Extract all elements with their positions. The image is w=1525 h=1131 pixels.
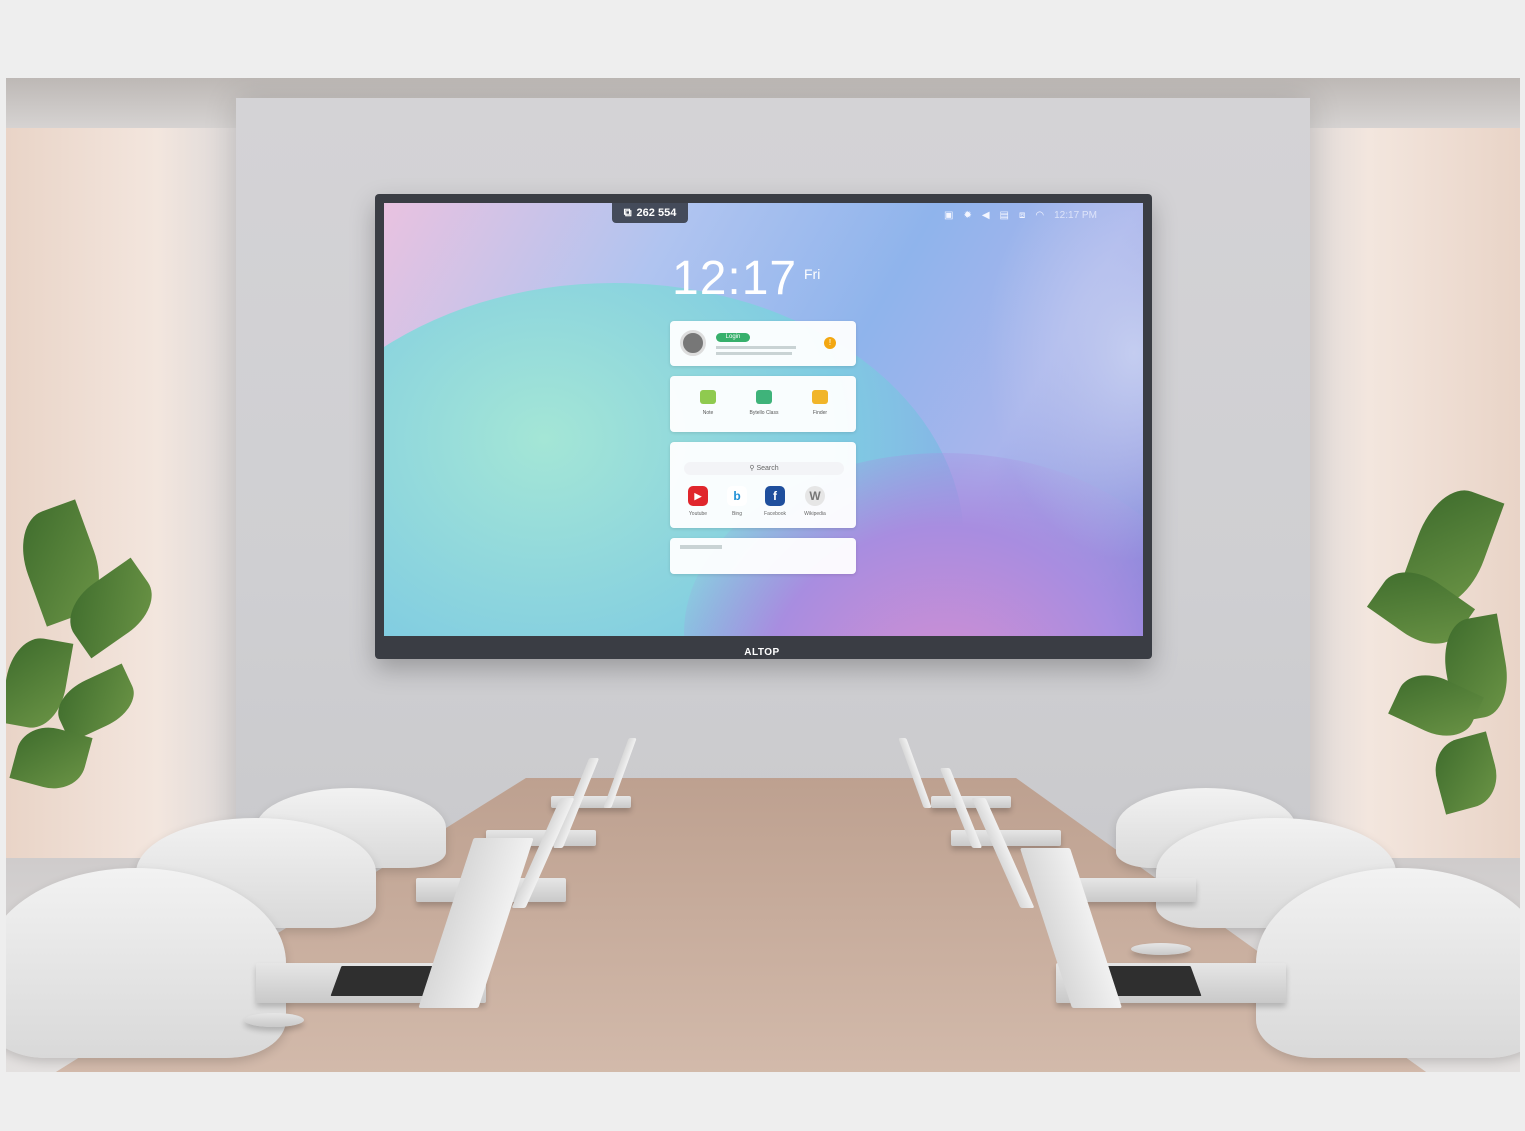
shortcut-label: Wikipedia <box>804 511 826 517</box>
network-icon[interactable]: ⧈ <box>1019 210 1025 221</box>
brightness-icon[interactable]: ✹ <box>963 210 971 221</box>
share-icon: ⧉ <box>623 206 632 219</box>
cloud-card[interactable] <box>670 538 856 574</box>
chat-icon[interactable]: ▤ <box>1000 210 1009 221</box>
wikipedia-icon[interactable]: W <box>805 486 825 506</box>
app-label: Finder <box>812 410 828 416</box>
folder-icon <box>812 390 828 404</box>
meeting-id: 262 554 <box>636 207 677 219</box>
meeting-id-badge[interactable]: ⧉ 262 554 <box>612 203 688 223</box>
app-label: Bytello Class <box>749 410 779 416</box>
shortcut-label: Facebook <box>764 511 786 517</box>
user-card-text <box>716 346 796 349</box>
volume-icon[interactable]: ◀ <box>982 210 990 221</box>
screen-icon[interactable]: ▣ <box>944 210 953 221</box>
chair <box>6 868 286 1058</box>
status-time: 12:17 PM <box>1054 210 1097 221</box>
login-button[interactable]: Login <box>716 333 750 342</box>
clock-day: Fri <box>804 266 821 282</box>
app-note[interactable]: Note <box>688 390 728 416</box>
shortcut-label: Bing <box>731 511 742 517</box>
search-input[interactable]: ⚲ Search <box>684 462 844 475</box>
cloud-card-header <box>680 545 722 549</box>
note-icon <box>700 390 716 404</box>
book-icon <box>756 390 772 404</box>
user-card-text <box>716 352 792 355</box>
bing-icon[interactable]: b <box>727 486 747 506</box>
status-bar: ▣ ✹ ◀ ▤ ⧈ ◠ 12:17 PM <box>944 210 1097 221</box>
clock-time: 12:17 <box>672 252 798 305</box>
facebook-icon[interactable]: f <box>765 486 785 506</box>
app-label: Note <box>702 410 714 416</box>
mouse <box>244 1013 304 1027</box>
mouse <box>1131 943 1191 955</box>
chair <box>1256 868 1520 1058</box>
youtube-icon[interactable]: ▶ <box>688 486 708 506</box>
search-label: Search <box>756 465 779 472</box>
avatar <box>680 330 706 356</box>
shortcut-label: Youtube <box>688 511 708 517</box>
app-bytello-class[interactable]: Bytello Class <box>744 390 784 416</box>
wifi-icon[interactable]: ◠ <box>1035 210 1044 221</box>
warning-icon[interactable]: ! <box>824 337 836 349</box>
brand-logo: ALTOP <box>744 647 780 658</box>
app-finder[interactable]: Finder <box>800 390 840 416</box>
scene: ⧉ 262 554 ▣ ✹ ◀ ▤ ⧈ ◠ 12:17 PM 12:17 Fri… <box>0 0 1525 1131</box>
